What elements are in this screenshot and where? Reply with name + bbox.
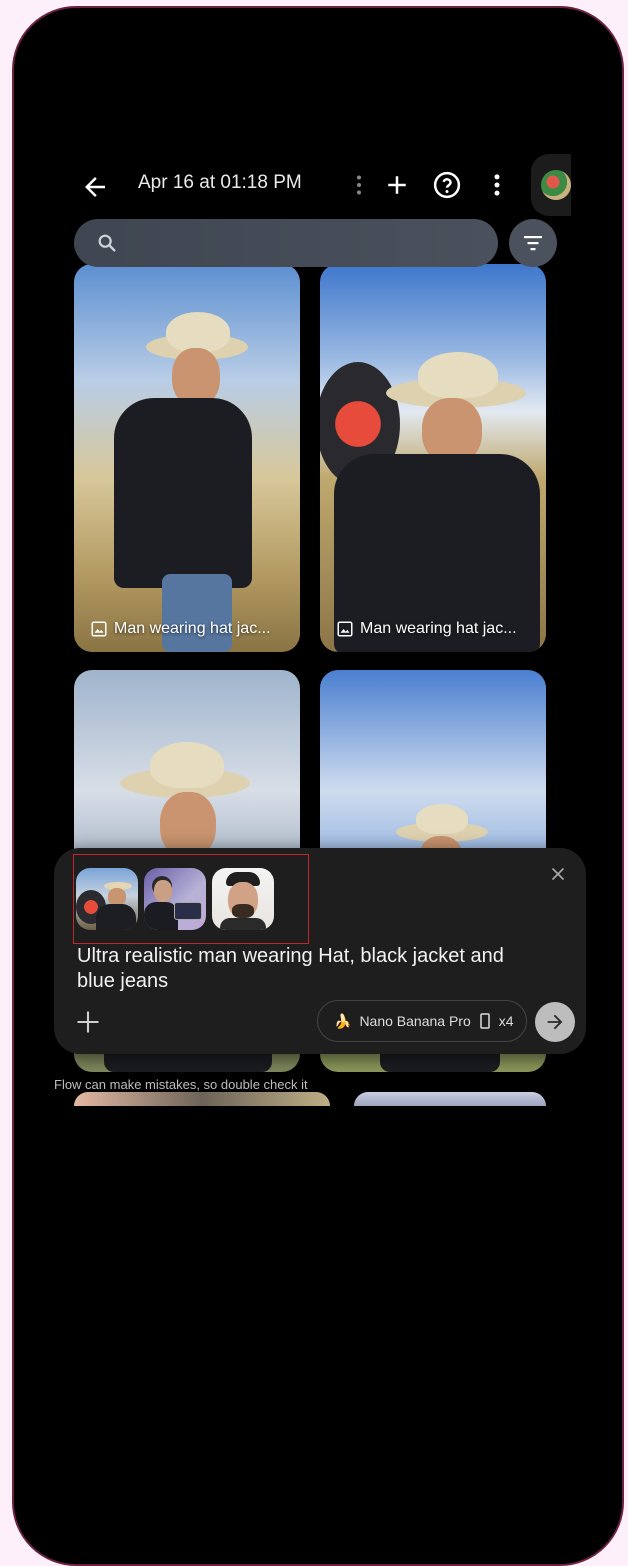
reference-image-thumb[interactable] bbox=[76, 868, 138, 930]
output-count: x4 bbox=[498, 1013, 514, 1029]
media-tile-partial[interactable] bbox=[354, 1092, 546, 1106]
add-attachment-button[interactable] bbox=[74, 1008, 102, 1036]
profile-avatar-button[interactable] bbox=[531, 154, 571, 216]
prompt-input[interactable]: Ultra realistic man wearing Hat, black j… bbox=[77, 944, 547, 994]
reference-images bbox=[76, 868, 274, 930]
plus-icon bbox=[388, 176, 406, 194]
tile-caption-text: Man wearing hat jac... bbox=[114, 620, 271, 637]
media-tile[interactable]: Man wearing hat jac... bbox=[74, 264, 300, 652]
add-button[interactable] bbox=[382, 170, 412, 200]
arrow-right-icon bbox=[547, 1014, 563, 1030]
search-input[interactable] bbox=[74, 219, 498, 267]
arrow-left-icon bbox=[85, 177, 105, 197]
image-icon bbox=[91, 621, 107, 637]
media-tile-partial[interactable] bbox=[74, 1092, 330, 1106]
aspect-ratio-icon bbox=[480, 1013, 490, 1029]
back-button[interactable] bbox=[80, 172, 110, 202]
reference-image-thumb[interactable] bbox=[212, 868, 274, 930]
model-selector[interactable]: 🍌 Nano Banana Pro x4 bbox=[317, 1000, 527, 1042]
tile-photo bbox=[74, 264, 300, 652]
image-icon bbox=[337, 621, 353, 637]
tile-caption-text: Man wearing hat jac... bbox=[360, 620, 517, 637]
prompt-composer: Ultra realistic man wearing Hat, black j… bbox=[54, 848, 586, 1054]
filter-icon bbox=[524, 236, 542, 251]
close-button[interactable] bbox=[548, 864, 568, 884]
close-icon bbox=[552, 868, 564, 880]
disclaimer-text: Flow can make mistakes, so double check … bbox=[54, 1077, 308, 1092]
page-title: Apr 16 at 01:18 PM bbox=[138, 172, 302, 193]
model-label: Nano Banana Pro bbox=[359, 1013, 471, 1029]
more-vert-icon bbox=[494, 174, 500, 196]
help-button[interactable] bbox=[432, 170, 462, 200]
media-tile[interactable]: Man wearing hat jac... bbox=[320, 264, 546, 652]
tile-caption: Man wearing hat jac... bbox=[90, 620, 271, 638]
tile-photo bbox=[320, 264, 546, 652]
help-icon bbox=[433, 171, 461, 199]
phone-frame: Apr 16 at 01:18 PM Man wearing hat jac..… bbox=[12, 6, 624, 1566]
app-screen: Apr 16 at 01:18 PM Man wearing hat jac..… bbox=[14, 8, 622, 1564]
drag-handle-icon bbox=[357, 175, 361, 195]
drag-handle[interactable] bbox=[344, 170, 374, 200]
tile-caption: Man wearing hat jac... bbox=[336, 620, 517, 638]
reference-image-thumb[interactable] bbox=[144, 868, 206, 930]
top-bar: Apr 16 at 01:18 PM bbox=[14, 154, 622, 218]
search-icon bbox=[98, 234, 116, 252]
filter-button[interactable] bbox=[509, 219, 557, 267]
send-button[interactable] bbox=[535, 1002, 575, 1042]
plus-icon bbox=[77, 1011, 99, 1033]
avatar bbox=[541, 170, 571, 200]
more-options-button[interactable] bbox=[482, 170, 512, 200]
banana-icon: 🍌 bbox=[334, 1012, 352, 1029]
